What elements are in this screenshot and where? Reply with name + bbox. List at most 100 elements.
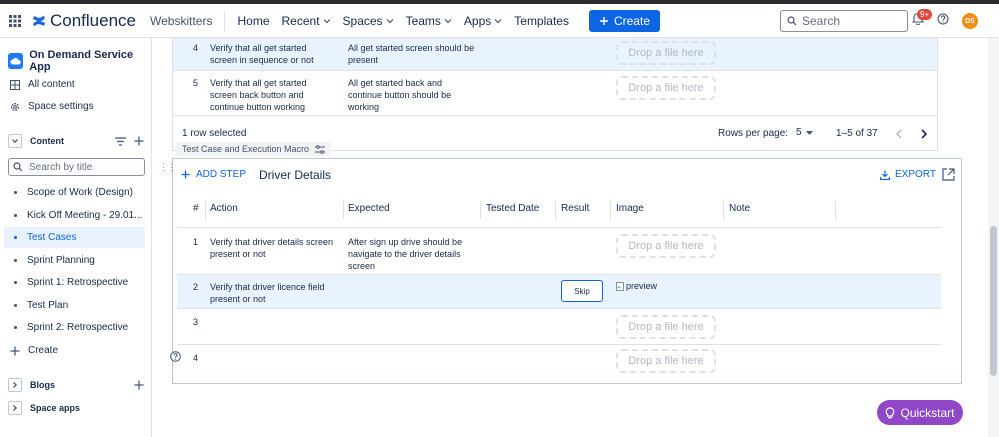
table-row[interactable]: 4 Drop a file here [177, 345, 941, 383]
file-drop-zone[interactable]: Drop a file here [616, 76, 716, 100]
macro-label-tag[interactable]: Test Case and Execution Macro [176, 142, 332, 156]
image-preview[interactable]: preview [616, 281, 657, 291]
top-navigation: Confluence Webskitters Home Recent Space… [0, 4, 999, 38]
header-number: # [193, 203, 199, 214]
search-icon [13, 162, 23, 172]
table-row[interactable]: 4 Verify that all get started screen in s… [173, 38, 937, 71]
plus-icon [10, 346, 20, 355]
scrollbar-thumb[interactable] [990, 226, 997, 376]
nav-recent[interactable]: Recent [282, 14, 331, 28]
sidebar-tree-item-label: Sprint 2: Retrospective [27, 322, 129, 333]
quickstart-button[interactable]: Quickstart [877, 400, 963, 425]
selection-count: 1 row selected [182, 128, 247, 139]
sidebar-tree-item[interactable]: Sprint Planning [4, 250, 145, 271]
chevron-down-icon [323, 18, 330, 23]
user-avatar[interactable]: DS [962, 13, 978, 29]
chevron-down-icon [494, 18, 502, 23]
settings-sliders-icon[interactable] [315, 144, 326, 154]
help-icon[interactable] [937, 13, 949, 25]
file-drop-zone[interactable]: Drop a file here [616, 315, 716, 339]
content-section-header[interactable]: Content [8, 134, 144, 148]
search-by-title-input[interactable]: Search by title [8, 158, 145, 176]
sidebar-tree-item[interactable]: Test Plan [4, 295, 145, 316]
table-header-row: # Action Expected Tested Date Result Ima… [177, 193, 941, 228]
sidebar-tree-item-label: Test Cases [27, 232, 77, 243]
nav-teams[interactable]: Teams [406, 14, 452, 28]
result-skip-button[interactable]: Skip [561, 280, 603, 302]
open-in-new-window-icon[interactable] [942, 168, 955, 181]
nav-templates[interactable]: Templates [514, 14, 569, 28]
header-result: Result [561, 203, 590, 214]
confluence-logo[interactable]: Confluence [32, 11, 136, 31]
sidebar-tree-item[interactable]: Sprint 1: Retrospective [4, 272, 145, 293]
header-note: Note [729, 203, 751, 214]
header-image: Image [616, 203, 644, 214]
add-step-button[interactable]: ADD STEP [181, 169, 246, 180]
rows-per-page-label: Rows per page: [718, 128, 789, 139]
chevron-down-icon[interactable] [8, 134, 22, 148]
sidebar-tree-item-label: Test Plan [27, 299, 69, 311]
action-cell: Verify that driver licence field present … [210, 282, 325, 304]
file-drop-zone[interactable]: Drop a file here [616, 41, 716, 65]
app-switcher-icon[interactable] [0, 14, 30, 27]
create-button[interactable]: Create [588, 9, 660, 32]
add-content-plus-icon[interactable] [134, 136, 144, 146]
sidebar-all-content[interactable]: All content [10, 79, 75, 90]
sidebar-tree-item[interactable]: Kick Off Meeting - 29.01... [4, 205, 145, 226]
previous-page-icon[interactable] [895, 129, 903, 139]
bullet-icon [14, 236, 17, 239]
table-row[interactable]: 5 Verify that all get started screen back… [173, 71, 937, 116]
sidebar-tree-item-label: Sprint 1: Retrospective [27, 277, 129, 288]
table-row[interactable]: 1 Verify that driver details screen prese… [177, 228, 941, 275]
space-apps-section[interactable]: Space apps [8, 401, 144, 415]
site-name[interactable]: Webskitters [150, 10, 226, 31]
filter-icon[interactable] [115, 136, 126, 146]
chevron-right-icon[interactable] [8, 378, 22, 392]
header-expected: Expected [348, 203, 390, 214]
chevron-down-icon [444, 18, 452, 23]
space-header[interactable]: On Demand Service App [8, 49, 151, 73]
action-cell: Verify that all get started screen in seq… [210, 43, 314, 65]
bullet-icon [14, 258, 17, 262]
bullet-icon [14, 191, 17, 194]
nav-apps[interactable]: Apps [464, 14, 502, 28]
file-drop-zone[interactable]: Drop a file here [616, 349, 716, 373]
sidebar-space-settings[interactable]: Space settings [10, 101, 94, 112]
cloud-space-icon [8, 53, 24, 69]
chevron-down-icon [386, 18, 393, 23]
table-row-selected[interactable]: 2 Verify that driver licence field presen… [177, 275, 941, 309]
search-input[interactable]: Search [780, 10, 908, 32]
blogs-section[interactable]: Blogs [8, 378, 144, 392]
add-blog-plus-icon[interactable] [134, 380, 144, 390]
rows-per-page-select[interactable]: 5 [796, 127, 813, 139]
product-name: Confluence [50, 10, 137, 30]
sidebar-tree-item[interactable]: Scope of Work (Design) [4, 182, 145, 203]
space-sidebar: On Demand Service App All content Space … [0, 38, 152, 437]
sidebar-tree-item[interactable]: Sprint 2: Retrospective [4, 317, 145, 338]
help-circle-icon[interactable] [170, 351, 181, 362]
plus-icon [181, 170, 190, 179]
lightbulb-icon [886, 406, 895, 418]
header-action: Action [210, 203, 238, 214]
caret-down-icon [805, 130, 813, 135]
chevron-right-icon[interactable] [8, 401, 22, 415]
page-content: 4 Verify that all get started screen in s… [152, 38, 988, 437]
notification-badge: 9+ [917, 9, 933, 20]
nav-spaces[interactable]: Spaces [343, 14, 394, 28]
sidebar-create[interactable]: Create [10, 345, 58, 356]
bullet-icon [14, 281, 17, 284]
file-drop-zone[interactable]: Drop a file here [616, 234, 716, 258]
next-page-icon[interactable] [920, 129, 928, 139]
nav-home[interactable]: Home [237, 14, 269, 28]
table-row[interactable]: 3 Drop a file here [177, 309, 941, 345]
expected-cell: All get started back and continue button … [348, 78, 452, 112]
sidebar-tree-item-label: Scope of Work (Design) [27, 187, 133, 198]
table-toolbar: ADD STEP Driver Details EXPORT [173, 159, 961, 193]
page-scrollbar[interactable] [988, 38, 999, 437]
test-case-table-upper: 4 Verify that all get started screen in s… [172, 38, 938, 151]
broken-image-icon [616, 281, 624, 291]
gear-icon [10, 102, 20, 111]
export-button[interactable]: EXPORT [880, 169, 936, 180]
sidebar-tree-item[interactable]: Test Cases [4, 227, 145, 248]
sidebar-tree-item-label: Kick Off Meeting - 29.01... [27, 209, 143, 221]
